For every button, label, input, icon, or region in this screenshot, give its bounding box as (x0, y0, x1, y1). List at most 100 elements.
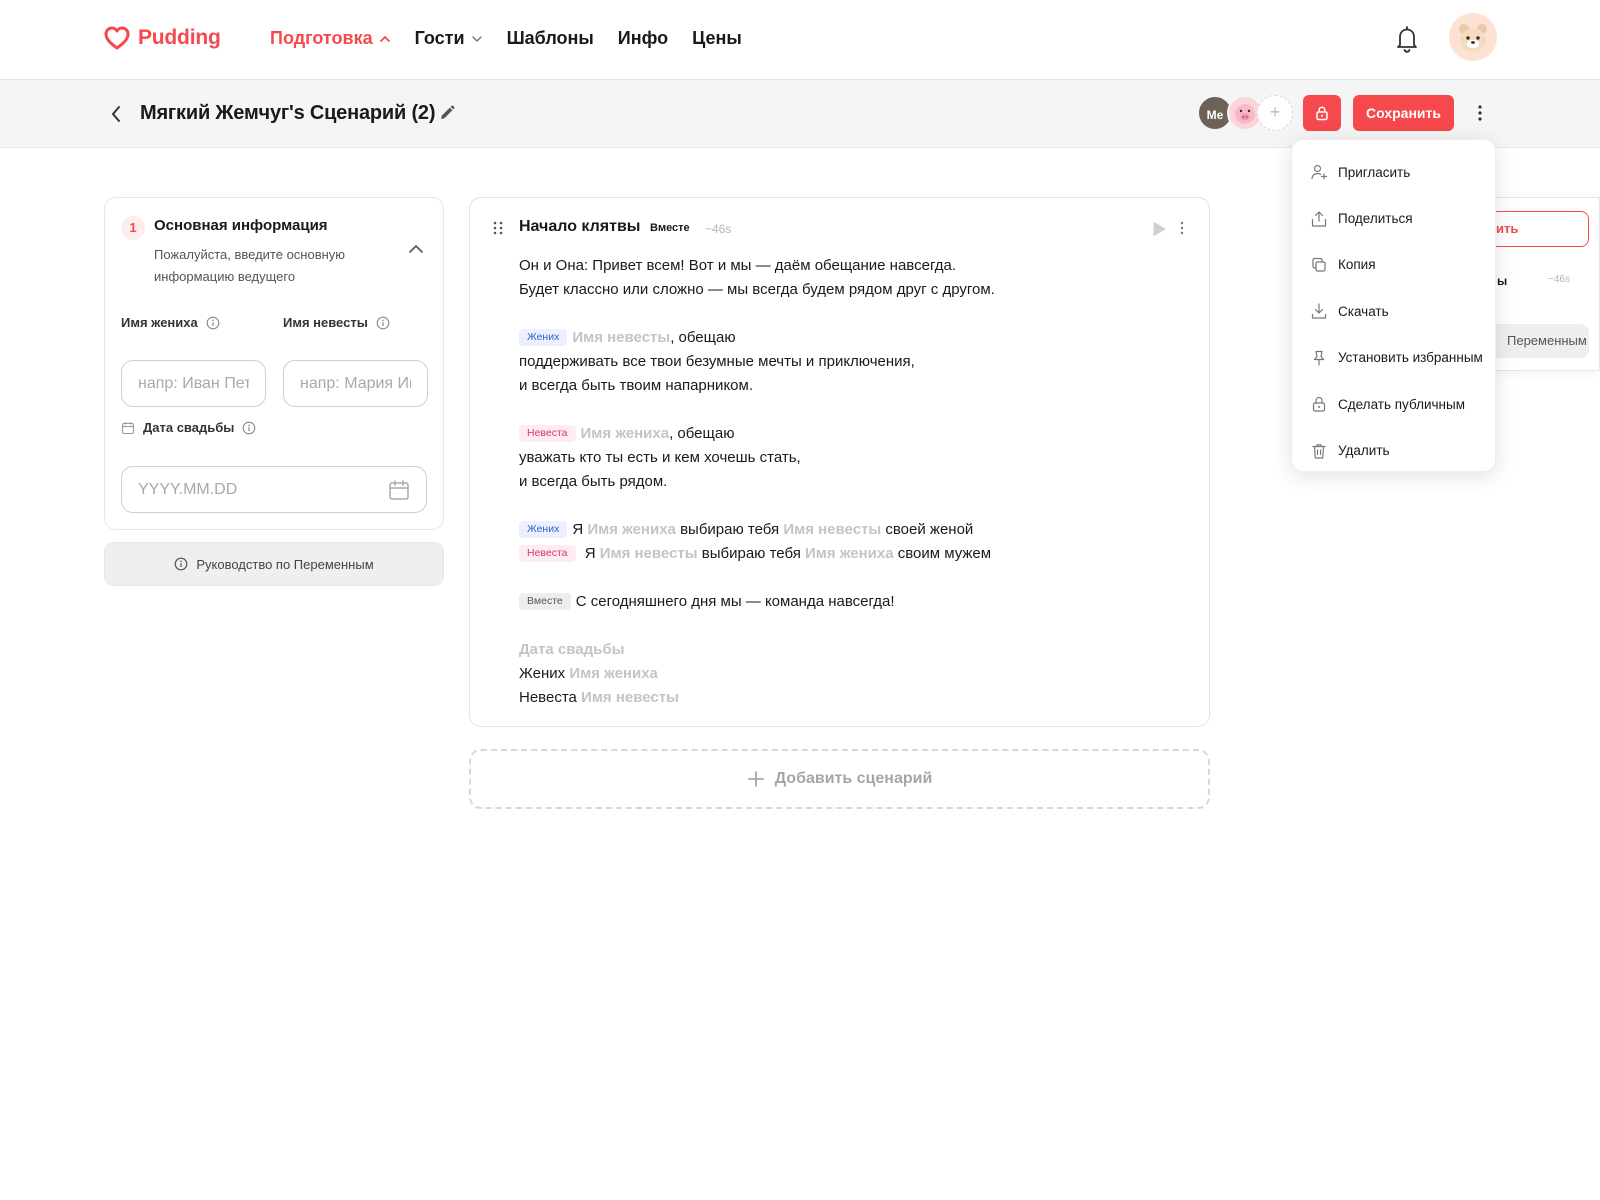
menu-item-download[interactable]: Скачать (1292, 288, 1495, 334)
play-icon (1153, 222, 1166, 236)
bride-name-variable: Имя невесты (599, 545, 698, 562)
vow-word: выбираю тебя (680, 521, 780, 538)
lock-icon (1316, 106, 1328, 121)
share-icon (1311, 210, 1327, 227)
together-tag: Вместе (519, 593, 571, 610)
script-more-button[interactable] (1177, 220, 1187, 236)
nav-item-label: Шаблоны (506, 28, 594, 48)
bride-word: Невеста (519, 689, 577, 706)
script-paragraph: Дата свадьбы Жених Имя жениха Невеста Им… (519, 638, 1179, 710)
main-nav: Подготовка Гости Шаблоны Инфо Цены (270, 28, 766, 49)
vow-word: Я (572, 521, 584, 538)
add-collaborator-button[interactable]: + (1257, 95, 1293, 131)
vow-word: своей женой (885, 521, 974, 538)
calendar-picker-icon[interactable] (388, 479, 410, 501)
basic-info-description: Пожалуйста, введите основную информацию … (154, 247, 346, 284)
script-title: Начало клятвы (519, 218, 641, 235)
menu-item-share[interactable]: Поделиться (1292, 195, 1495, 241)
groom-tag: Жених (519, 329, 568, 346)
back-button[interactable] (106, 102, 126, 126)
logo[interactable]: Pudding (104, 26, 221, 50)
nav-item-preparation[interactable]: Подготовка (270, 28, 391, 49)
collapse-button[interactable] (407, 242, 425, 256)
team-text: С сегодняшнего дня мы — команда навсегда… (575, 593, 895, 610)
menu-item-label: Поделиться (1338, 211, 1413, 227)
privacy-lock-button[interactable] (1303, 95, 1341, 131)
script-line: поддерживать все твои безумные мечты и п… (519, 353, 915, 370)
script-body[interactable]: Он и Она: Привет всем! Вот и мы — даём о… (519, 254, 1179, 710)
logo-text: Pudding (138, 26, 221, 49)
save-button[interactable]: Сохранить (1353, 95, 1454, 131)
groom-name-variable: Имя жениха (587, 521, 676, 538)
chevron-down-icon (471, 35, 482, 42)
play-button[interactable] (1151, 221, 1167, 237)
side-panel-duration: ~46s (1548, 274, 1570, 285)
script-line: Жених Имя жениха (519, 662, 1179, 686)
menu-item-label: Установить избранным (1338, 350, 1483, 366)
bride-name-label: Имя невесты (283, 315, 390, 330)
groom-name-variable: Имя жениха (580, 425, 670, 442)
calendar-icon (121, 421, 135, 434)
script-line: Жених Имя невесты, обещаю (519, 326, 1179, 350)
script-line: уважать кто ты есть и кем хочешь стать, (519, 449, 801, 466)
lock-icon (1312, 397, 1326, 412)
menu-item-label: Копия (1338, 257, 1376, 273)
bride-name-label-text: Имя невесты (283, 315, 368, 330)
groom-word: Жених (519, 665, 566, 682)
menu-item-pin[interactable]: Установить избранным (1292, 335, 1495, 381)
menu-item-delete[interactable]: Удалить (1292, 427, 1495, 473)
menu-item-label: Удалить (1338, 443, 1390, 459)
nav-item-prices[interactable]: Цены (692, 28, 742, 49)
nav-item-templates[interactable]: Шаблоны (507, 28, 594, 49)
top-navigation: Pudding Подготовка Гости Шаблоны Инфо Це… (0, 0, 1600, 80)
menu-item-invite[interactable]: Пригласить (1292, 149, 1495, 195)
vow-word: Я (584, 545, 596, 562)
bride-name-variable: Имя невесты (581, 689, 679, 706)
more-options-button[interactable] (1470, 98, 1490, 128)
script-line: Невеста Имя жениха, обещаю (519, 422, 1179, 446)
vow-word: выбираю тебя (701, 545, 801, 562)
script-line: Будет классно или сложно — мы всегда буд… (519, 281, 995, 298)
menu-item-copy[interactable]: Копия (1292, 242, 1495, 288)
groom-name-label-text: Имя жениха (121, 315, 198, 330)
bear-avatar-icon (1459, 24, 1487, 52)
info-icon[interactable] (206, 316, 220, 330)
bride-name-input[interactable] (283, 360, 428, 407)
notifications-button[interactable] (1393, 24, 1421, 54)
variables-guide-button[interactable]: Руководство по Переменным (104, 542, 444, 586)
script-paragraph: Жених Имя невесты, обещаю поддерживать вс… (519, 326, 1179, 398)
groom-name-variable: Имя жениха (569, 665, 658, 682)
wedding-date-input[interactable] (122, 467, 372, 512)
chevron-left-icon (112, 106, 120, 122)
plus-icon (747, 771, 764, 787)
info-icon[interactable] (242, 421, 256, 435)
bell-icon (1397, 26, 1417, 53)
menu-item-make-public[interactable]: Сделать публичным (1292, 381, 1495, 427)
menu-item-label: Сделать публичным (1338, 396, 1465, 412)
script-speaker-badge: Вместе (650, 222, 690, 234)
add-script-button[interactable]: Добавить сценарий (469, 749, 1210, 809)
script-line: Жених Я Имя жениха выбираю тебя Имя невес… (519, 518, 1179, 542)
edit-title-button[interactable] (438, 104, 456, 122)
menu-item-label: Пригласить (1338, 164, 1411, 180)
step-number: 1 (121, 216, 145, 240)
groom-name-input[interactable] (121, 360, 266, 407)
menu-item-label: Скачать (1338, 303, 1389, 319)
user-avatar[interactable] (1449, 13, 1497, 61)
nav-item-label: Подготовка (270, 28, 373, 48)
script-paragraph: Жених Я Имя жениха выбираю тебя Имя невес… (519, 518, 1179, 566)
script-line: Невеста Имя невесты (519, 686, 1179, 710)
collaborators: Me + (1197, 95, 1293, 131)
nav-item-label: Инфо (617, 28, 669, 48)
drag-handle-icon[interactable] (492, 221, 504, 235)
script-line: Вместе С сегодняшнего дня мы — команда на… (519, 590, 1179, 614)
bride-name-variable: Имя невесты (572, 329, 671, 346)
more-vertical-icon (1478, 105, 1482, 121)
trash-icon (1312, 443, 1326, 459)
info-icon[interactable] (376, 316, 390, 330)
copy-icon (1312, 257, 1326, 272)
nav-item-guests[interactable]: Гости (415, 28, 483, 49)
basic-info-card: 1 Основная информация Пожалуйста, введит… (104, 197, 444, 530)
bride-name-variable: Имя невесты (783, 521, 882, 538)
nav-item-info[interactable]: Инфо (618, 28, 668, 49)
